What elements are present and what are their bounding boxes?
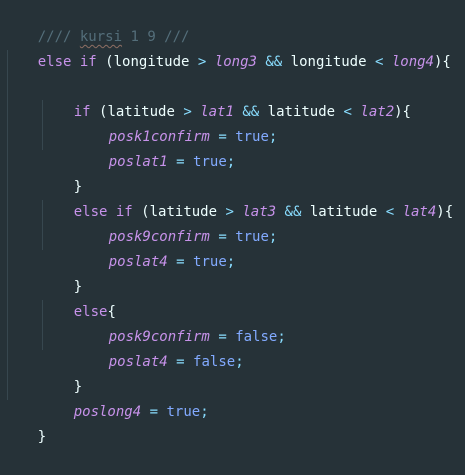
operator: = <box>176 354 185 370</box>
semicolon: ; <box>235 354 244 370</box>
operator: < <box>343 104 352 120</box>
brace: ){ <box>434 54 451 70</box>
semicolon: ; <box>277 329 286 345</box>
code-line-assignment[interactable]: posk1confirm = true; <box>75 100 278 145</box>
code-line-else-if-longitude[interactable]: else if (longitude > long3 && longitude … <box>4 25 451 70</box>
code-line-close-brace[interactable]: } <box>40 350 82 395</box>
identifier: longitude <box>113 54 190 70</box>
brace: ){ <box>394 104 411 120</box>
brace: ){ <box>436 204 454 220</box>
operator: && <box>284 204 302 220</box>
boolean-literal: true <box>166 404 201 420</box>
semicolon: ; <box>200 404 209 420</box>
boolean-literal: true <box>193 154 227 170</box>
paren: ( <box>105 54 114 70</box>
identifier-italic: poslat4 <box>108 354 168 370</box>
operator: = <box>149 404 159 420</box>
semicolon: ; <box>268 129 278 145</box>
operator: > <box>197 54 207 70</box>
identifier: latitude <box>267 104 336 120</box>
code-line-if-latitude[interactable]: if (latitude > lat1 && latitude < lat2){ <box>40 75 411 120</box>
identifier: longitude <box>290 54 367 70</box>
indent-guide <box>7 50 8 400</box>
code-line-comment[interactable]: //// kursi 1 9 /// <box>4 0 190 45</box>
identifier-italic: lat4 <box>402 204 437 220</box>
operator: = <box>176 254 185 270</box>
code-line-close-brace[interactable]: } <box>40 150 82 195</box>
operator: = <box>176 154 185 170</box>
boolean-literal: true <box>235 229 269 245</box>
operator: < <box>385 204 395 220</box>
brace: } <box>37 429 47 445</box>
semicolon: ; <box>226 254 236 270</box>
code-line-assignment[interactable]: posk9confirm = true; <box>75 200 278 245</box>
semicolon: ; <box>268 229 278 245</box>
code-editor[interactable]: //// kursi 1 9 /// else if (longitude > … <box>0 0 465 445</box>
identifier-italic: long4 <box>391 54 434 70</box>
boolean-literal: true <box>193 254 227 270</box>
code-line-assignment[interactable]: poslat4 = true; <box>75 225 235 270</box>
operator: && <box>265 54 283 70</box>
identifier-italic: poslong4 <box>73 404 142 420</box>
code-line-else[interactable]: else{ <box>40 275 116 320</box>
keyword: else if <box>37 54 97 70</box>
boolean-literal: false <box>193 354 236 370</box>
code-line-assignment[interactable]: poslat4 = false; <box>75 325 244 370</box>
operator: < <box>374 54 384 70</box>
code-line-assignment[interactable]: poslong4 = true; <box>40 375 209 420</box>
identifier: latitude <box>309 204 378 220</box>
code-line-assignment[interactable]: poslat1 = true; <box>75 125 235 170</box>
semicolon: ; <box>226 154 236 170</box>
identifier-italic: poslat4 <box>108 254 168 270</box>
code-line-close-brace[interactable]: } <box>4 400 46 445</box>
code-line-assignment[interactable]: posk9confirm = false; <box>75 300 286 345</box>
boolean-literal: true <box>235 129 269 145</box>
code-line-close-brace[interactable]: } <box>40 250 82 295</box>
code-line-else-if-latitude[interactable]: else if (latitude > lat3 && latitude < l… <box>40 175 453 220</box>
identifier-italic: poslat1 <box>108 154 168 170</box>
identifier-italic: lat2 <box>360 104 395 120</box>
identifier-italic: long3 <box>214 54 257 70</box>
